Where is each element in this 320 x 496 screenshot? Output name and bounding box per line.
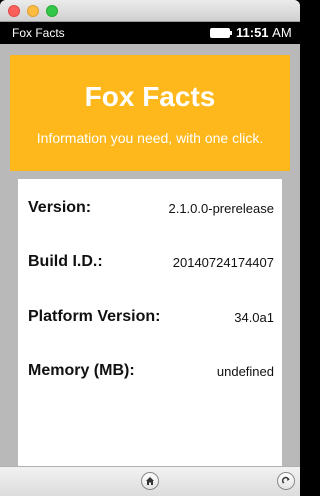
fact-value: undefined [216, 364, 274, 379]
fact-row-version: Version: 2.1.0.0-prerelease [18, 199, 282, 223]
app-content: Fox Facts Information you need, with one… [10, 55, 290, 466]
fact-value: 2.1.0.0-prerelease [168, 201, 274, 216]
home-button[interactable] [141, 472, 159, 490]
fact-label: Version: [28, 199, 92, 216]
maximize-window-button[interactable] [46, 5, 58, 17]
status-clock: 11:51 AM [236, 25, 292, 40]
window-titlebar [0, 0, 300, 22]
bottom-toolbar [0, 466, 300, 496]
minimize-window-button[interactable] [27, 5, 39, 17]
page-title: Fox Facts [84, 81, 216, 112]
home-icon [146, 477, 154, 485]
fact-value: 20140724174407 [172, 255, 274, 270]
status-ampm: AM [272, 25, 292, 40]
status-app-title: Fox Facts [12, 26, 65, 40]
refresh-button[interactable] [277, 472, 295, 490]
page-subtitle: Information you need, with one click. [36, 130, 264, 146]
app-window: Fox Facts 11:51 AM Fox Facts Information… [0, 0, 300, 496]
battery-icon [210, 28, 232, 38]
fact-value: 34.0a1 [234, 310, 274, 325]
status-bar: Fox Facts 11:51 AM [0, 22, 300, 44]
close-window-button[interactable] [8, 5, 20, 17]
fact-row-build-id: Build I.D.: 20140724174407 [18, 253, 282, 277]
fact-row-platform-version: Platform Version: 34.0a1 [18, 308, 282, 332]
app-header: Fox Facts Information you need, with one… [10, 55, 290, 171]
facts-card: Version: 2.1.0.0-prerelease Build I.D.: … [18, 179, 282, 466]
fact-row-memory: Memory (MB): undefined [18, 362, 282, 386]
fact-label: Platform Version: [28, 308, 161, 325]
refresh-icon [281, 476, 290, 484]
fact-label: Memory (MB): [28, 362, 135, 379]
fact-label: Build I.D.: [28, 253, 103, 270]
status-time-value: 11:51 [236, 25, 269, 40]
